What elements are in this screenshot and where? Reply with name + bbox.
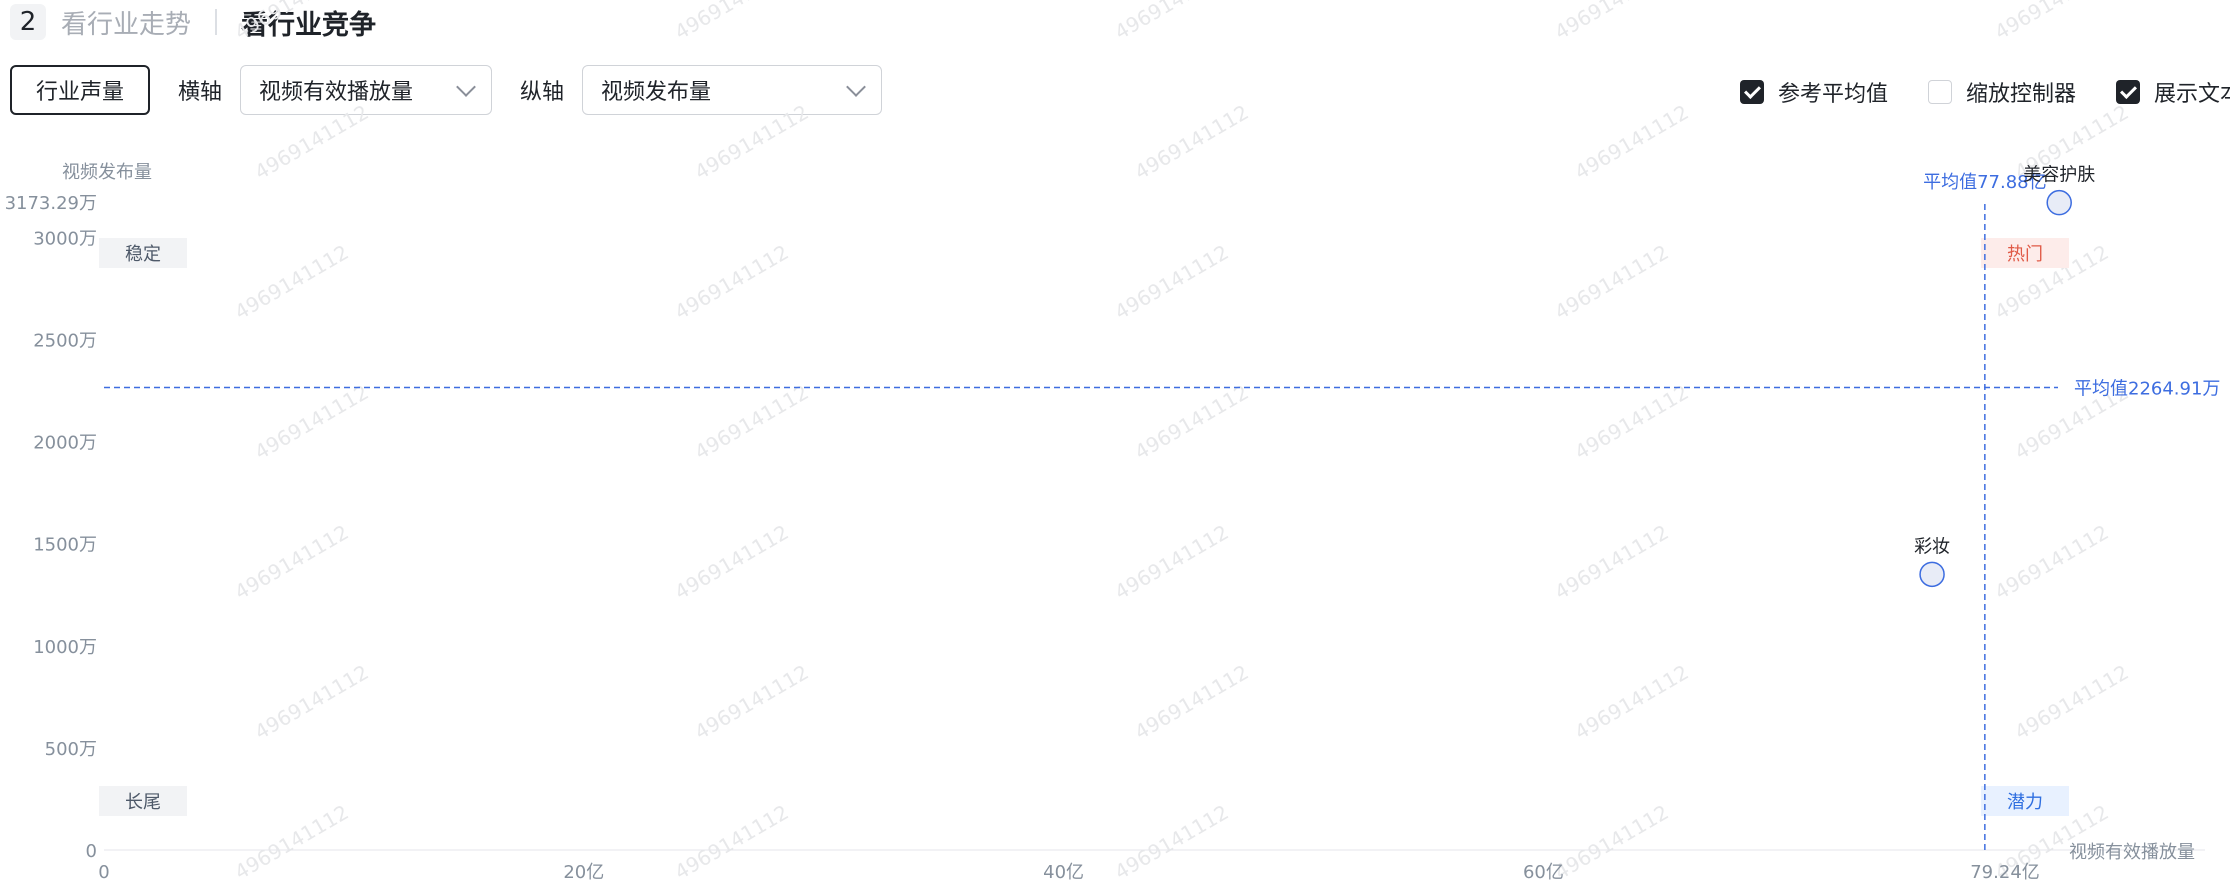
watermark-text: 4969141112 <box>1571 100 1693 184</box>
watermark-text: 4969141112 <box>1111 0 1233 44</box>
watermark-text: 4969141112 <box>671 520 793 604</box>
y-tick-label: 500万 <box>45 739 97 760</box>
watermark-text: 4969141112 <box>1551 240 1673 324</box>
y-tick-label: 2500万 <box>33 330 97 351</box>
scatter-point <box>2046 189 2072 216</box>
watermark-text: 4969141112 <box>1991 520 2113 604</box>
watermark-text: 4969141112 <box>671 0 793 44</box>
y-tick-label: 1000万 <box>33 637 97 658</box>
scatter-point-label: 彩妆 <box>1914 536 1950 557</box>
x-tick-label: 20亿 <box>563 862 604 883</box>
x-tick-label: 0 <box>98 862 109 883</box>
y-tick-label: 1500万 <box>33 535 97 556</box>
y-tick-label: 2000万 <box>33 433 97 454</box>
x-tick-label: 40亿 <box>1043 862 1084 883</box>
scatter-chart: 4969141112 4969141112 4969141112 4969141112… <box>5 0 2221 884</box>
watermark-text: 4969141112 <box>251 100 373 184</box>
watermark-text: 4969141112 <box>691 100 813 184</box>
quadrant-potential-label: 潜力 <box>2007 792 2043 813</box>
scatter-point <box>1919 561 1945 588</box>
watermark-text: 4969141112 <box>1111 240 1233 324</box>
scatter-point-label: 美容护肤 <box>2023 165 2095 186</box>
quadrant-stable-label: 稳定 <box>125 244 161 265</box>
watermark-text: 4969141112 <box>251 660 373 744</box>
watermark-text: 4969141112 <box>2011 660 2133 744</box>
watermark-text: 4969141112 <box>691 380 813 464</box>
quadrant-hot-label: 热门 <box>2007 244 2043 265</box>
watermark-text: 4969141112 <box>1131 380 1253 464</box>
y-axis-title: 视频发布量 <box>62 162 152 183</box>
watermark-text: 4969141112 <box>1551 520 1673 604</box>
watermark-text: 4969141112 <box>1111 800 1233 884</box>
y-tick-label: 3173.29万 <box>5 193 97 214</box>
watermark-text: 4969141112 <box>1551 800 1673 884</box>
watermark-text: 4969141112 <box>231 520 353 604</box>
quadrant-longtail-label: 长尾 <box>125 792 161 813</box>
y-tick-label: 3000万 <box>33 228 97 249</box>
watermark-text: 4969141112 <box>1131 100 1253 184</box>
watermark-text: 4969141112 <box>1551 0 1673 44</box>
watermark-text: 4969141112 <box>251 380 373 464</box>
y-average-label: 平均值2264.91万 <box>2074 378 2220 399</box>
watermark-text: 4969141112 <box>231 240 353 324</box>
watermark-text: 4969141112 <box>1571 660 1693 744</box>
x-tick-label: 60亿 <box>1523 862 1564 883</box>
x-tick-label: 79.24亿 <box>1970 862 2040 883</box>
watermark-text: 4969141112 <box>231 0 353 44</box>
x-axis-title: 视频有效播放量 <box>2069 842 2195 863</box>
watermark-text: 4969141112 <box>671 800 793 884</box>
y-tick-label: 0 <box>86 841 97 862</box>
watermark-text: 4969141112 <box>1111 520 1233 604</box>
watermark-text: 4969141112 <box>1571 380 1693 464</box>
watermark-text: 4969141112 <box>671 240 793 324</box>
watermark-text: 4969141112 <box>231 800 353 884</box>
watermark-text: 4969141112 <box>691 660 813 744</box>
watermark-text: 4969141112 <box>1991 0 2113 44</box>
watermark-text: 4969141112 <box>1131 660 1253 744</box>
